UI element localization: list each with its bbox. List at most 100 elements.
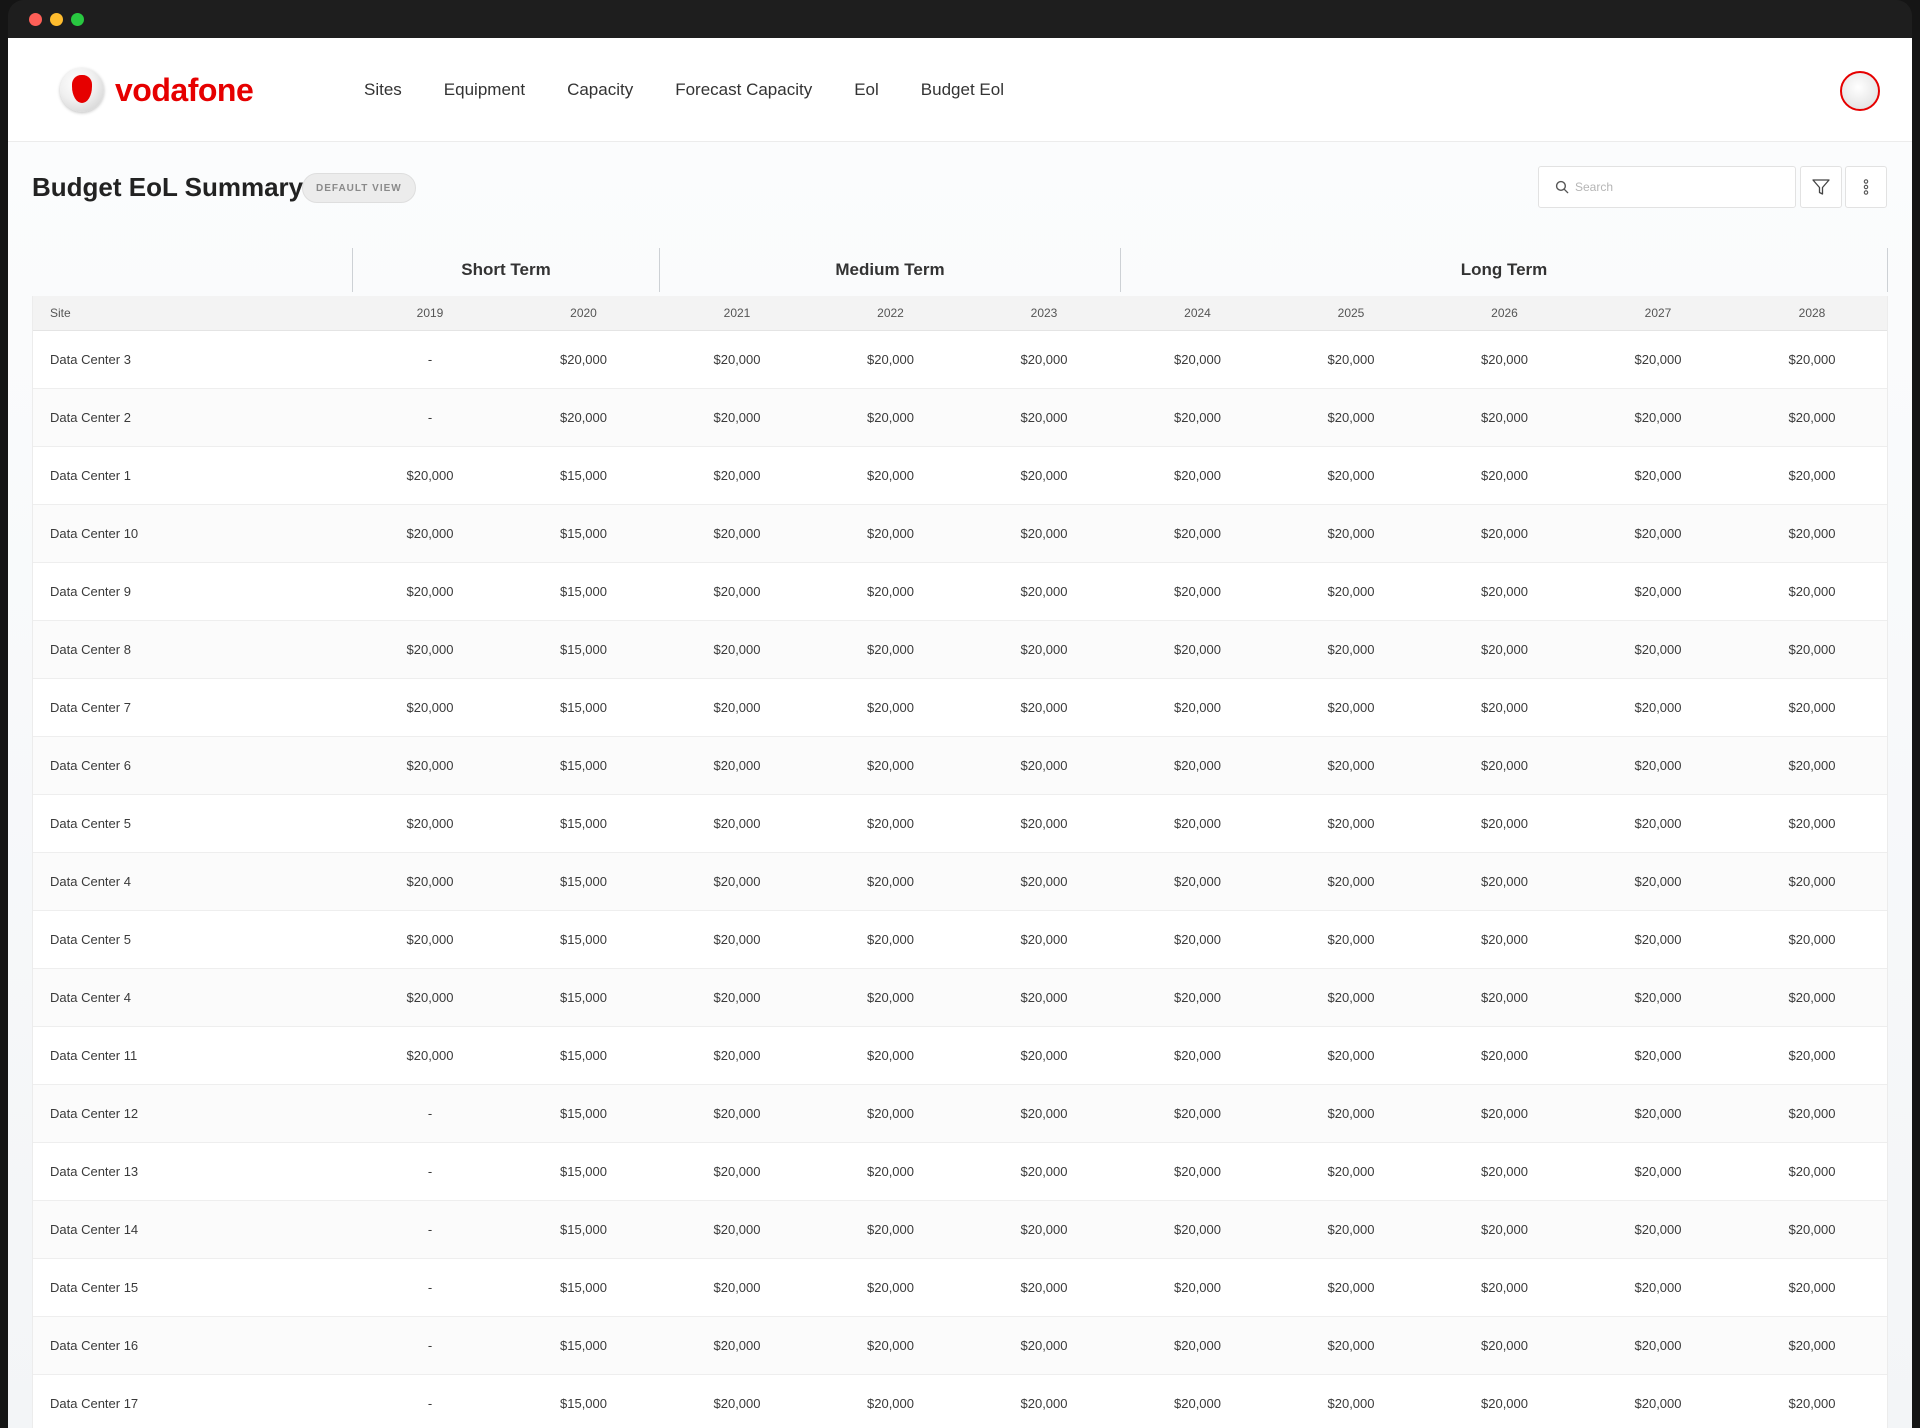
- budget-cell: -: [427, 351, 433, 367]
- table-row[interactable]: Data Center 4 $20,000 $15,000 $20,000 $20,00…: [33, 968, 1887, 1026]
- budget-cell: $20,000: [1020, 583, 1068, 599]
- budget-cell: $20,000: [1788, 989, 1836, 1005]
- budget-cell: $20,000: [1327, 1279, 1375, 1295]
- column-header-year[interactable]: 2027: [1581, 296, 1735, 331]
- budget-cell: $20,000: [867, 1163, 914, 1179]
- table-row[interactable]: Data Center 13 - $15,000 $20,000 $20,000 $20,…: [33, 1142, 1887, 1200]
- budget-cell: -: [427, 409, 433, 425]
- maximize-window-button[interactable]: [71, 13, 84, 26]
- budget-cell: $20,000: [1481, 1395, 1528, 1411]
- budget-cell: $20,000: [1634, 1221, 1682, 1237]
- table-row[interactable]: Data Center 4 $20,000 $15,000 $20,000 $20,00…: [33, 852, 1887, 910]
- table-row[interactable]: Data Center 11 $20,000 $15,000 $20,000 $20,0…: [33, 1026, 1887, 1084]
- budget-cell: $20,000: [1788, 1279, 1836, 1295]
- table-row[interactable]: Data Center 5 $20,000 $15,000 $20,000 $20,00…: [33, 910, 1887, 968]
- table-row[interactable]: Data Center 2 - $20,000 $20,000 $20,000 $20,0…: [33, 388, 1887, 446]
- column-header-year[interactable]: 2021: [660, 296, 814, 331]
- column-header-year[interactable]: 2020: [507, 296, 660, 331]
- budget-cell: $20,000: [1634, 757, 1682, 773]
- table-row[interactable]: Data Center 15 - $15,000 $20,000 $20,000 $20,…: [33, 1258, 1887, 1316]
- user-avatar[interactable]: [1840, 71, 1880, 111]
- budget-cell: $20,000: [713, 757, 761, 773]
- table-row[interactable]: Data Center 8 $20,000 $15,000 $20,000 $20,00…: [33, 620, 1887, 678]
- more-vertical-icon: [1863, 179, 1869, 195]
- budget-cell: $15,000: [560, 1221, 607, 1237]
- nav-item-capacity[interactable]: Capacity: [567, 80, 633, 100]
- vodafone-logo[interactable]: vodafone: [60, 68, 254, 112]
- budget-cell: $20,000: [867, 989, 914, 1005]
- budget-cell: $20,000: [867, 1105, 914, 1121]
- budget-cell: -: [427, 1105, 433, 1121]
- column-header-year[interactable]: 2028: [1735, 296, 1887, 331]
- column-header-year[interactable]: 2026: [1428, 296, 1581, 331]
- more-options-button[interactable]: [1845, 166, 1887, 208]
- budget-cell: $20,000: [713, 873, 761, 889]
- table-row[interactable]: Data Center 14 - $15,000 $20,000 $20,000 $20,…: [33, 1200, 1887, 1258]
- nav-item-eol[interactable]: Eol: [854, 80, 879, 100]
- budget-cell: $20,000: [713, 815, 761, 831]
- budget-cell: $20,000: [406, 989, 454, 1005]
- budget-cell: $15,000: [560, 699, 607, 715]
- site-cell: Data Center 7: [50, 699, 131, 715]
- table-header-row: Site 2019 2020 2021 2022 2023 2024 2025 2026 2027…: [33, 296, 1887, 331]
- column-header-year[interactable]: 2024: [1121, 296, 1274, 331]
- budget-cell: $15,000: [560, 989, 607, 1005]
- site-cell: Data Center 8: [50, 641, 131, 657]
- budget-cell: $20,000: [713, 1047, 761, 1063]
- column-header-year[interactable]: 2023: [967, 296, 1121, 331]
- budget-cell: $20,000: [1327, 1047, 1375, 1063]
- table-row[interactable]: Data Center 1 $20,000 $15,000 $20,000 $20,00…: [33, 446, 1887, 504]
- budget-cell: $20,000: [1634, 873, 1682, 889]
- view-badge[interactable]: DEFAULT VIEW: [302, 173, 416, 203]
- nav-item-forecast-capacity[interactable]: Forecast Capacity: [675, 80, 812, 100]
- search-field[interactable]: [1538, 166, 1796, 208]
- budget-cell: $20,000: [713, 931, 761, 947]
- budget-cell: $20,000: [713, 989, 761, 1005]
- table-row[interactable]: Data Center 9 $20,000 $15,000 $20,000 $20,00…: [33, 562, 1887, 620]
- budget-cell: $20,000: [1481, 525, 1528, 541]
- budget-cell: $20,000: [1481, 699, 1528, 715]
- budget-cell: $20,000: [1174, 1395, 1221, 1411]
- site-cell: Data Center 5: [50, 931, 131, 947]
- budget-cell: $20,000: [1174, 815, 1221, 831]
- budget-cell: $20,000: [406, 1047, 454, 1063]
- budget-cell: $20,000: [1174, 1105, 1221, 1121]
- table-row[interactable]: Data Center 10 $20,000 $15,000 $20,000 $20,0…: [33, 504, 1887, 562]
- nav-item-budget-eol[interactable]: Budget Eol: [921, 80, 1004, 100]
- table-row[interactable]: Data Center 12 - $15,000 $20,000 $20,000 $20,…: [33, 1084, 1887, 1142]
- budget-cell: $20,000: [1327, 583, 1375, 599]
- column-header-year[interactable]: 2019: [353, 296, 507, 331]
- budget-cell: $15,000: [560, 1163, 607, 1179]
- search-input[interactable]: [1575, 180, 1775, 194]
- search-icon: [1555, 180, 1569, 194]
- site-cell: Data Center 16: [50, 1337, 139, 1353]
- column-header-year[interactable]: 2022: [814, 296, 967, 331]
- budget-cell: $15,000: [560, 1047, 607, 1063]
- column-header-site[interactable]: Site: [33, 296, 353, 331]
- table-row[interactable]: Data Center 3 - $20,000 $20,000 $20,000 $20,0…: [33, 330, 1887, 388]
- column-header-year[interactable]: 2025: [1274, 296, 1428, 331]
- budget-cell: $20,000: [1327, 641, 1375, 657]
- table-row[interactable]: Data Center 6 $20,000 $15,000 $20,000 $20,00…: [33, 736, 1887, 794]
- budget-table-container[interactable]: Site 2019 2020 2021 2022 2023 2024 2025 2026 2027…: [32, 296, 1888, 1428]
- budget-cell: $20,000: [867, 1047, 914, 1063]
- budget-cell: $20,000: [1788, 1047, 1836, 1063]
- minimize-window-button[interactable]: [50, 13, 63, 26]
- budget-cell: $15,000: [560, 1279, 607, 1295]
- budget-cell: $20,000: [1174, 467, 1221, 483]
- filter-button[interactable]: [1800, 166, 1842, 208]
- budget-cell: $20,000: [1788, 873, 1836, 889]
- budget-cell: $20,000: [1174, 1163, 1221, 1179]
- budget-cell: $20,000: [867, 815, 914, 831]
- nav-item-sites[interactable]: Sites: [364, 80, 402, 100]
- nav-item-equipment[interactable]: Equipment: [444, 80, 525, 100]
- budget-cell: $20,000: [1481, 1337, 1528, 1353]
- table-row[interactable]: Data Center 16 - $15,000 $20,000 $20,000 $20,…: [33, 1316, 1887, 1374]
- table-row[interactable]: Data Center 17 - $15,000 $20,000 $20,000 $20,…: [33, 1374, 1887, 1428]
- site-cell: Data Center 13: [50, 1163, 139, 1179]
- close-window-button[interactable]: [29, 13, 42, 26]
- budget-cell: $20,000: [1174, 641, 1221, 657]
- table-row[interactable]: Data Center 7 $20,000 $15,000 $20,000 $20,00…: [33, 678, 1887, 736]
- budget-cell: $20,000: [560, 409, 607, 425]
- table-row[interactable]: Data Center 5 $20,000 $15,000 $20,000 $20,00…: [33, 794, 1887, 852]
